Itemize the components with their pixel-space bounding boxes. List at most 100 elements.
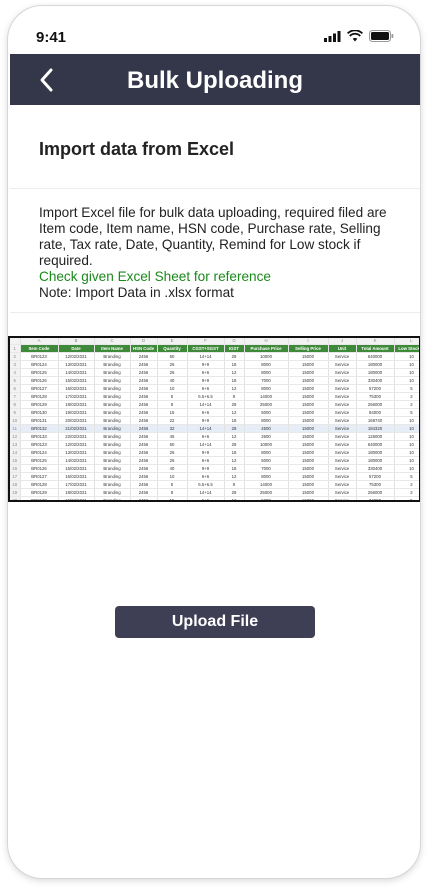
sheet-cell: 10 <box>157 472 188 481</box>
sheet-cell: 6+6 <box>187 432 225 441</box>
sheet-table: A B C D E F G H I J K L 1 Item Code Date Item Name HSN C… <box>10 338 419 500</box>
sheet-cell: 45 <box>157 432 188 441</box>
sheet-cell: 22 <box>157 416 188 425</box>
sheet-cell: 2456 <box>130 440 158 449</box>
sheet-cell: BR0133 <box>20 432 59 441</box>
sheet-row-number: 17 <box>10 472 21 481</box>
sheet-cell: 15000 <box>288 416 329 425</box>
reference-link[interactable]: Check given Excel Sheet for reference <box>39 269 407 285</box>
sheet-cell: 5 <box>394 384 419 393</box>
sheet-cell: 32 <box>157 424 188 433</box>
sheet-cell: 9+9 <box>187 448 225 457</box>
sheet-cell: BR0131 <box>20 416 59 425</box>
sheet-cell: 15000 <box>288 368 329 377</box>
sheet-header-cell: Quantity <box>157 344 188 353</box>
sheet-row: 11 BR0132 21/02/2021 Branding 2456 32 14+14 28 4… <box>10 424 419 433</box>
sheet-cell: 6+6 <box>187 408 225 417</box>
sheet-cell: 16/02/2021 <box>58 384 95 393</box>
sheet-cell: 15 <box>157 408 188 417</box>
sheet-header-cell: HSN Code <box>130 344 158 353</box>
sheet-cell: Service <box>328 496 357 500</box>
sheet-header-cell: Selling Price <box>288 344 329 353</box>
sheet-row-number: 10 <box>10 416 21 425</box>
sheet-cell: Branding <box>94 408 131 417</box>
sheet-row: 2 BR0123 12/02/2021 Branding 2456 50 14+14 28 10… <box>10 352 419 361</box>
sheet-cell: 2456 <box>130 464 158 473</box>
upload-file-button[interactable]: Upload File <box>115 606 315 638</box>
sheet-cell: 2 <box>394 480 419 489</box>
sheet-cell: 9+9 <box>187 416 225 425</box>
sheet-cell: Service <box>328 424 357 433</box>
sheet-cell: BR0130 <box>20 496 59 500</box>
signal-icon <box>324 30 341 42</box>
sheet-cell: Branding <box>94 496 131 500</box>
sheet-row: 6 BR0127 16/02/2021 Branding 2456 10 6+6 12 8000… <box>10 384 419 393</box>
sheet-cell: Service <box>328 488 357 497</box>
sheet-cell: Service <box>328 480 357 489</box>
sheet-row-number: 18 <box>10 480 21 489</box>
sheet-row-number: 2 <box>10 352 21 361</box>
sheet-cell: Service <box>328 368 357 377</box>
sheet-cell: Service <box>328 352 357 361</box>
sheet-cell: 19/02/2021 <box>58 496 95 500</box>
sample-excel-sheet: A B C D E F G H I J K L 1 Item Code Date Item Name HSN C… <box>8 336 420 502</box>
sheet-cell: 2456 <box>130 400 158 409</box>
sheet-cell: 8 <box>157 488 188 497</box>
sheet-cell: Service <box>328 432 357 441</box>
sheet-cell: 5000 <box>244 456 289 465</box>
sheet-cell: 9+9 <box>187 464 225 473</box>
sheet-cell: 10000 <box>244 440 289 449</box>
sheet-cell: BR0126 <box>20 464 59 473</box>
sheet-row: 7 BR0128 17/02/2021 Branding 2456 5 6.5+6.5 9 14… <box>10 392 419 401</box>
sheet-cell: 12/02/2021 <box>58 440 95 449</box>
sheet-cell: 330400 <box>356 464 395 473</box>
status-icons <box>324 30 394 42</box>
sheet-cell: 184320 <box>356 424 395 433</box>
sheet-cell: 6+6 <box>187 472 225 481</box>
sheet-cell: 2456 <box>130 360 158 369</box>
sheet-cell: BR0123 <box>20 440 59 449</box>
sheet-cell: 75300 <box>356 392 395 401</box>
sheet-cell: Service <box>328 472 357 481</box>
sheet-cell: 10 <box>394 432 419 441</box>
sheet-cell: 4500 <box>244 424 289 433</box>
sheet-cell: 2456 <box>130 432 158 441</box>
sheet-cell: 180000 <box>356 456 395 465</box>
sheet-cell: 2456 <box>130 424 158 433</box>
sheet-row: 17 BR0127 16/02/2021 Branding 2456 10 6+6 12 800… <box>10 472 419 481</box>
sheet-cell: Branding <box>94 488 131 497</box>
sheet-cell: 2456 <box>130 352 158 361</box>
sheet-cell: 6+6 <box>187 456 225 465</box>
sheet-cell: 2456 <box>130 456 158 465</box>
sheet-cell: Service <box>328 392 357 401</box>
sheet-cell: BR0127 <box>20 472 59 481</box>
sheet-cell: 20/02/2021 <box>58 416 95 425</box>
divider <box>10 312 420 313</box>
sheet-cell: 9+9 <box>187 376 225 385</box>
sheet-cell: 256000 <box>356 400 395 409</box>
sheet-cell: 8000 <box>244 384 289 393</box>
sheet-cell: 17/02/2021 <box>58 480 95 489</box>
sheet-cell: 10000 <box>244 352 289 361</box>
sheet-row: 3 BR0124 13/02/2021 Branding 2456 26 9+9 18 8000… <box>10 360 419 369</box>
sheet-cell: 2 <box>394 400 419 409</box>
sheet-cell: 8 <box>157 400 188 409</box>
sheet-cell: Branding <box>94 392 131 401</box>
sheet-cell: 15000 <box>288 376 329 385</box>
sheet-cell: Branding <box>94 424 131 433</box>
sheet-cell: Branding <box>94 416 131 425</box>
sheet-row: 13 BR0123 12/02/2021 Branding 2456 50 14+14 28 1… <box>10 440 419 449</box>
sheet-cell: 2456 <box>130 488 158 497</box>
sheet-row: 16 BR0126 15/02/2021 Branding 2456 40 9+9 18 700… <box>10 464 419 473</box>
sheet-cell: 10 <box>394 456 419 465</box>
sheet-cell: 13/02/2021 <box>58 360 95 369</box>
sheet-cell: 50 <box>157 352 188 361</box>
sheet-cell: 6+6 <box>187 368 225 377</box>
sheet-cell: 5 <box>394 472 419 481</box>
sheet-cell: 2456 <box>130 448 158 457</box>
sheet-row: 10 BR0131 20/02/2021 Branding 2456 22 9+9 18 800… <box>10 416 419 425</box>
sheet-row-number: 7 <box>10 392 21 401</box>
sheet-cell: 640000 <box>356 440 395 449</box>
sheet-cell: 40 <box>157 464 188 473</box>
sheet-cell: 5 <box>394 496 419 500</box>
